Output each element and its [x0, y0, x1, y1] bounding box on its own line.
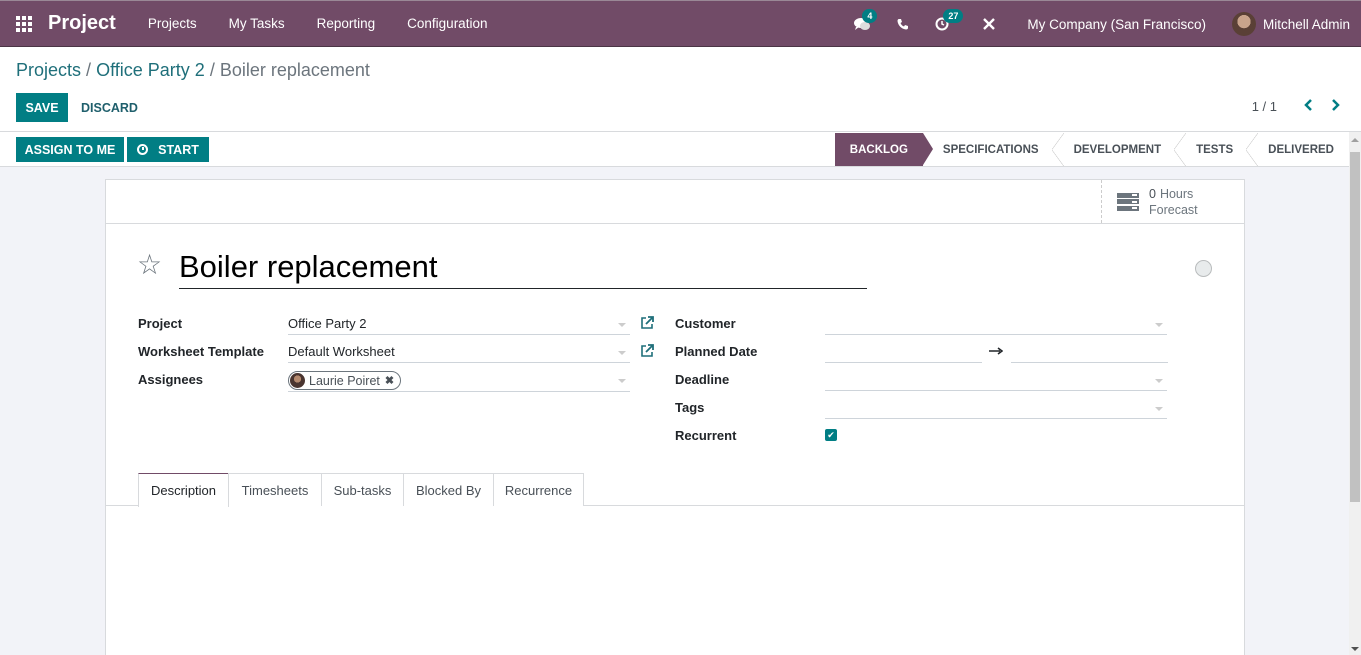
server-stack-icon — [1117, 192, 1139, 211]
arrow-right-icon — [989, 347, 1003, 355]
tab-sub-tasks[interactable]: Sub-tasks — [321, 473, 404, 506]
external-link-icon[interactable] — [640, 344, 654, 358]
phone-menu[interactable] — [897, 18, 909, 30]
tools-icon — [983, 18, 996, 30]
recurrent-label: Recurrent — [675, 428, 737, 443]
stage-specifications[interactable]: SPECIFICATIONS — [923, 133, 1054, 166]
customer-label: Customer — [675, 316, 736, 331]
project-field[interactable]: Office Party 2 — [288, 313, 630, 335]
assignee-tag: Laurie Poiret ✖ — [288, 370, 402, 392]
page-scrollbar[interactable] — [1349, 132, 1361, 655]
assignees-field[interactable]: Laurie Poiret ✖ — [288, 369, 630, 392]
customer-field[interactable] — [825, 313, 1167, 335]
stage-development[interactable]: DEVELOPMENT — [1051, 133, 1177, 166]
menu-configuration[interactable]: Configuration — [391, 16, 503, 31]
planned-date-start-field[interactable] — [825, 341, 982, 363]
user-avatar[interactable] — [1231, 12, 1256, 36]
scroll-down-arrow-icon[interactable] — [1351, 647, 1359, 651]
control-panel: Projects / Office Party 2 / Boiler repla… — [0, 47, 1361, 132]
timer-clock-icon — [137, 144, 149, 155]
dropdown-caret-icon — [618, 351, 626, 355]
dropdown-caret-icon — [1155, 407, 1163, 411]
tab-recurrence[interactable]: Recurrence — [493, 473, 584, 506]
pager-next-button[interactable] — [1331, 98, 1341, 116]
debug-tools-menu[interactable] — [982, 17, 996, 31]
worksheet-template-field[interactable]: Default Worksheet — [288, 341, 630, 363]
assign-to-me-button[interactable]: ASSIGN TO ME — [16, 137, 124, 162]
user-menu[interactable]: Mitchell Admin — [1263, 17, 1350, 32]
apps-menu-icon[interactable] — [16, 15, 34, 32]
breadcrumb-separator: / — [209, 60, 215, 80]
save-button[interactable]: SAVE — [16, 93, 68, 122]
tags-label: Tags — [675, 400, 705, 415]
scroll-up-arrow-icon[interactable] — [1351, 138, 1359, 142]
forecast-value: 0 — [1149, 186, 1156, 201]
forecast-hours-button[interactable]: 0 Hours Forecast — [1101, 180, 1244, 223]
assignee-name: Laurie Poiret — [309, 373, 380, 388]
company-switcher[interactable]: My Company (San Francisco) — [1027, 17, 1206, 32]
breadcrumb-projects[interactable]: Projects — [16, 60, 81, 80]
stage-delivered[interactable]: DELIVERED — [1246, 133, 1349, 166]
remove-tag-icon[interactable]: ✖ — [385, 370, 394, 392]
form-sheet: 0 Hours Forecast ☆ Boiler replacement Pro… — [105, 179, 1245, 655]
project-label: Project — [138, 316, 183, 331]
planned-date-label: Planned Date — [675, 344, 758, 359]
scroll-thumb[interactable] — [1350, 152, 1360, 502]
assign-to-me-label: ASSIGN TO ME — [24, 142, 116, 157]
planned-date-end-field[interactable] — [1011, 341, 1168, 363]
kanban-state-indicator[interactable] — [1195, 260, 1212, 277]
tab-blocked-by[interactable]: Blocked By — [403, 473, 494, 506]
forecast-unit: Hours — [1159, 186, 1194, 201]
messages-badge: 4 — [862, 9, 878, 23]
menu-reporting[interactable]: Reporting — [301, 16, 392, 31]
dropdown-caret-icon — [618, 323, 626, 327]
discard-button[interactable]: DISCARD — [81, 93, 138, 122]
smart-button-box: 0 Hours Forecast — [106, 180, 1244, 224]
messaging-menu[interactable]: 4 — [854, 9, 878, 31]
project-value: Office Party 2 — [288, 316, 367, 331]
deadline-label: Deadline — [675, 372, 730, 387]
task-title-input[interactable]: Boiler replacement — [179, 246, 867, 289]
stage-tests[interactable]: TESTS — [1174, 133, 1248, 166]
notebook-tabs: Description Timesheets Sub-tasks Blocked… — [106, 473, 1244, 507]
stage-pipeline: BACKLOG SPECIFICATIONS DEVELOPMENT TESTS… — [834, 133, 1349, 166]
chevron-left-icon — [1304, 99, 1312, 111]
start-label: START — [158, 142, 199, 157]
stage-backlog[interactable]: BACKLOG — [834, 133, 934, 166]
tab-description[interactable]: Description — [138, 473, 229, 507]
deadline-field[interactable] — [825, 369, 1167, 391]
top-navbar: Project Projects My Tasks Reporting Conf… — [0, 0, 1361, 47]
phone-icon — [897, 19, 909, 30]
pager-value[interactable]: 1 / 1 — [1252, 99, 1277, 114]
recurrent-checkbox[interactable]: ✔ — [825, 429, 837, 441]
breadcrumb-current: Boiler replacement — [219, 60, 370, 80]
assignees-label: Assignees — [138, 372, 204, 387]
app-brand[interactable]: Project — [48, 12, 116, 35]
worksheet-template-value: Default Worksheet — [288, 344, 395, 359]
breadcrumb: Projects / Office Party 2 / Boiler repla… — [16, 60, 370, 81]
form-statusbar: ASSIGN TO ME START BACKLOG SPECIFICATION… — [0, 132, 1349, 167]
breadcrumb-separator: / — [86, 60, 92, 80]
chevron-right-icon — [1332, 99, 1340, 111]
favorite-star-icon[interactable]: ☆ — [137, 251, 162, 279]
assignee-avatar — [290, 373, 305, 388]
forecast-label: Forecast — [1149, 202, 1198, 217]
dropdown-caret-icon — [1155, 323, 1163, 327]
worksheet-template-label: Worksheet Template — [138, 344, 264, 359]
external-link-icon[interactable] — [640, 316, 654, 330]
menu-my-tasks[interactable]: My Tasks — [213, 16, 301, 31]
dropdown-caret-icon — [1155, 379, 1163, 383]
tab-timesheets[interactable]: Timesheets — [228, 473, 322, 506]
start-timer-button[interactable]: START — [127, 137, 209, 162]
dropdown-caret-icon — [618, 379, 626, 383]
pager-previous-button[interactable] — [1303, 98, 1313, 116]
tags-field[interactable] — [825, 397, 1167, 419]
activities-badge: 27 — [943, 9, 964, 23]
breadcrumb-project[interactable]: Office Party 2 — [96, 60, 205, 80]
menu-projects[interactable]: Projects — [132, 16, 213, 31]
activity-menu[interactable]: 27 — [935, 9, 964, 31]
